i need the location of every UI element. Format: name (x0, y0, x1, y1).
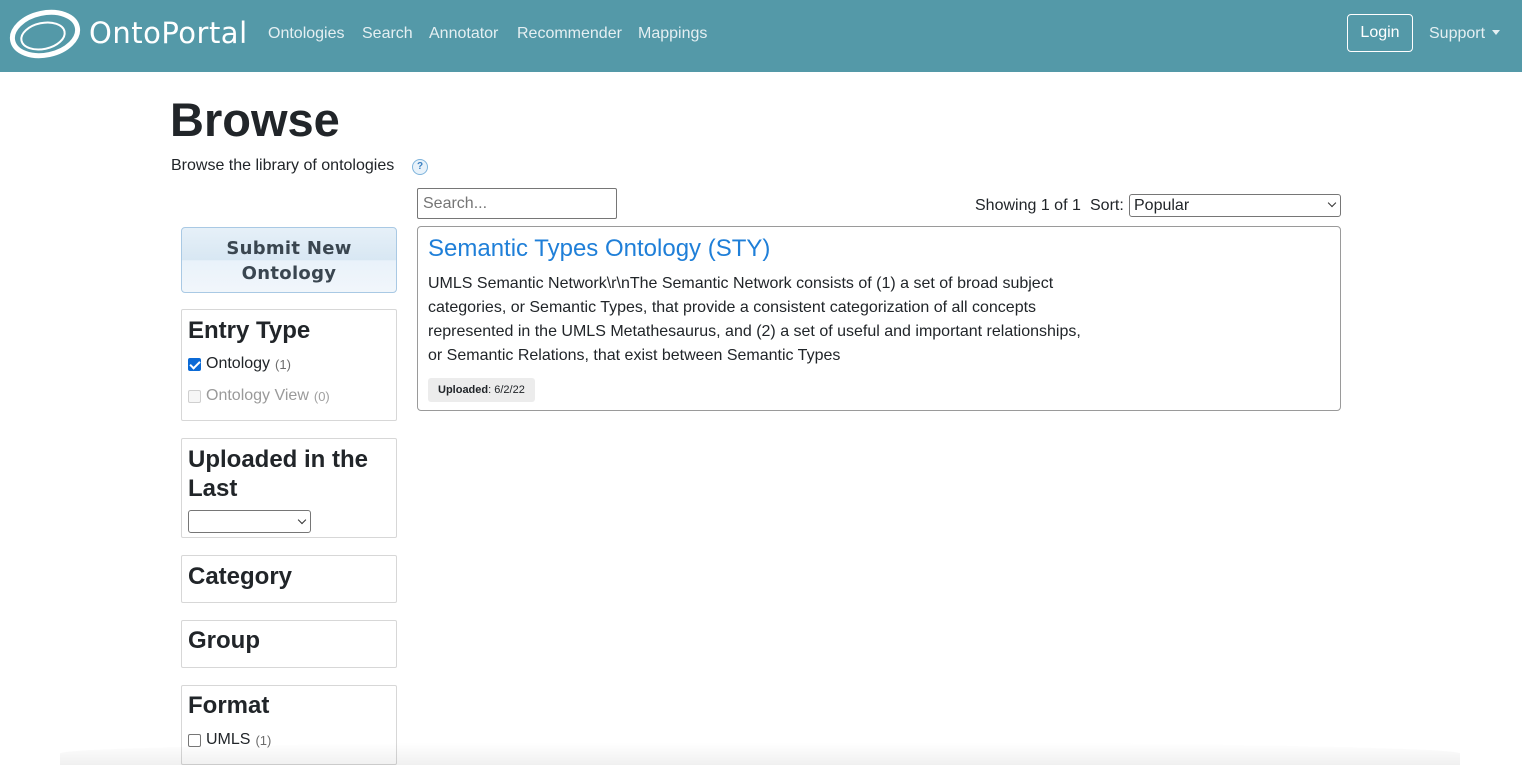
top-navbar: OntoPortal Ontologies Search Annotator R… (0, 0, 1522, 72)
ontology-result-card: Semantic Types Ontology (STY) UMLS Seman… (417, 226, 1341, 411)
facet-group[interactable]: Group (181, 620, 397, 668)
checkbox-ontology[interactable] (188, 357, 201, 371)
checkbox-ontology-view (188, 389, 201, 403)
facet-entry-type: Entry Type Ontology (1) Ontology View (0… (181, 309, 397, 421)
support-dropdown[interactable]: Support (1429, 25, 1501, 43)
facet-uploaded: Uploaded in the Last (181, 438, 397, 538)
facet-option-ontology[interactable]: Ontology (1) (188, 355, 291, 373)
description-line: UMLS Semantic Network\r\nThe Semantic Ne… (428, 275, 1054, 292)
caret-down-icon (1492, 30, 1501, 36)
facet-title-line2: Last (188, 475, 238, 502)
page-subtitle: Browse the library of ontologies (171, 157, 395, 174)
ontology-description: UMLS Semantic Network\r\nThe Semantic Ne… (428, 272, 1108, 368)
ontology-title-link[interactable]: Semantic Types Ontology (STY) (428, 235, 770, 263)
nav-recommender[interactable]: Recommender (517, 25, 622, 43)
support-label: Support (1429, 25, 1486, 42)
option-label: Ontology (206, 355, 271, 372)
submit-button-line1: Submit New (226, 238, 352, 259)
brand-name[interactable]: OntoPortal (89, 16, 248, 50)
facet-title: Category (188, 563, 293, 590)
chevron-down-icon (1327, 198, 1337, 208)
description-line: or Semantic Relations, that exist betwee… (428, 347, 841, 364)
sort-select[interactable]: Popular (1129, 194, 1341, 217)
footer-shadow (60, 742, 1460, 765)
submit-new-ontology-button[interactable]: Submit New Ontology (181, 227, 397, 293)
search-input[interactable]: Search... (417, 188, 617, 219)
submit-button-line2: Ontology (241, 263, 337, 284)
nav-annotator[interactable]: Annotator (429, 25, 498, 43)
help-icon[interactable]: ? (412, 159, 428, 175)
facet-category[interactable]: Category (181, 555, 397, 603)
uploaded-date: : 6/2/22 (488, 384, 525, 396)
sort-label: Sort: (1090, 197, 1124, 214)
option-count: (1) (275, 356, 291, 372)
option-count: (0) (313, 388, 330, 404)
results-count: Showing 1 of 1 (975, 197, 1081, 214)
chevron-down-icon (297, 515, 307, 525)
sort-select-value: Popular (1134, 197, 1190, 214)
ontoportal-logo-icon[interactable] (9, 9, 81, 59)
facet-title: Group (188, 627, 260, 654)
nav-search[interactable]: Search (362, 25, 413, 43)
checkbox-umls[interactable] (188, 733, 201, 747)
facet-title: Entry Type (188, 317, 311, 344)
page-title: Browse (170, 93, 340, 146)
description-line: categories, or Semantic Types, that prov… (428, 299, 1037, 316)
description-line: represented in the UMLS Metathesaurus, a… (428, 323, 1081, 340)
login-button[interactable]: Login (1347, 14, 1413, 52)
facet-title-line1: Uploaded in the (188, 446, 368, 473)
facet-title: Format (188, 692, 270, 719)
nav-mappings[interactable]: Mappings (638, 25, 707, 43)
facet-option-ontology-view: Ontology View (0) (188, 387, 330, 405)
uploaded-badge: Uploaded: 6/2/22 (428, 378, 535, 402)
uploaded-select[interactable] (188, 510, 311, 533)
uploaded-label: Uploaded (438, 384, 489, 396)
nav-ontologies[interactable]: Ontologies (268, 25, 345, 43)
option-label: Ontology View (206, 387, 309, 404)
